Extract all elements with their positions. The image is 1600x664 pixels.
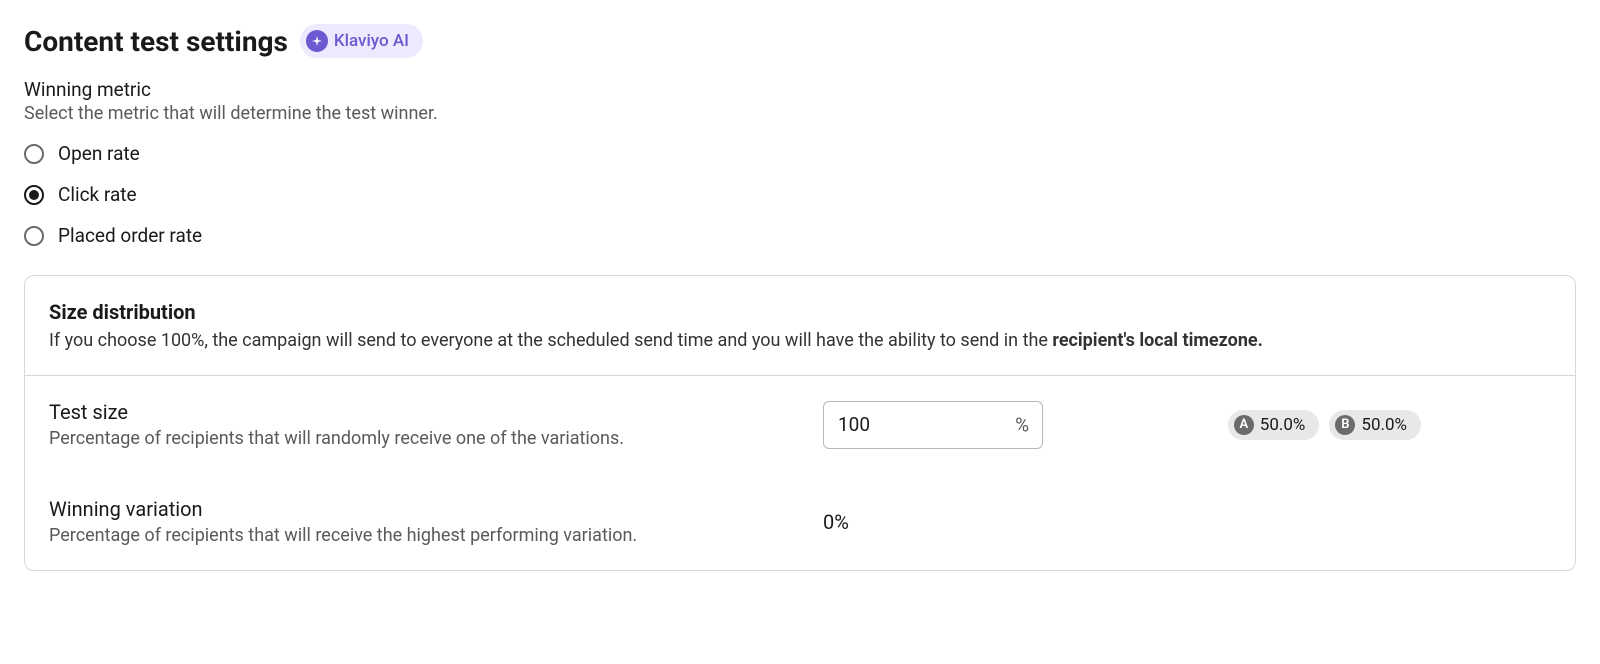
radio-label: Placed order rate [58,224,202,247]
winning-variation-title: Winning variation [49,497,799,521]
test-size-desc: Percentage of recipients that will rando… [49,428,799,449]
winning-metric-radio-group: Open rate Click rate Placed order rate [24,142,1576,247]
size-distribution-desc: If you choose 100%, the campaign will se… [49,330,1551,351]
winning-variation-row: Winning variation Percentage of recipien… [49,497,1551,546]
radio-label: Click rate [58,183,137,206]
winning-variation-value-wrap: 0% [823,510,1043,534]
desc-bold: recipient's local timezone. [1052,330,1262,351]
size-distribution-panel: Size distribution If you choose 100%, th… [24,275,1576,571]
radio-click-rate[interactable]: Click rate [24,183,1576,206]
size-distribution-title: Size distribution [49,300,1551,324]
panel-header: Size distribution If you choose 100%, th… [25,276,1575,376]
winning-metric-section: Winning metric Select the metric that wi… [24,78,1576,247]
page-title: Content test settings [24,25,288,58]
variation-a-badge: A [1234,415,1254,435]
test-size-input[interactable] [823,401,1043,449]
desc-prefix: If you choose 100%, the campaign will se… [49,330,1052,351]
radio-icon [24,144,44,164]
test-size-row: Test size Percentage of recipients that … [49,400,1551,449]
variation-a-value: 50.0% [1260,415,1306,435]
radio-icon [24,185,44,205]
winning-variation-left: Winning variation Percentage of recipien… [49,497,799,546]
winning-metric-sub: Select the metric that will determine th… [24,103,1576,124]
test-size-left: Test size Percentage of recipients that … [49,400,799,449]
test-size-title: Test size [49,400,799,424]
panel-body: Test size Percentage of recipients that … [25,376,1575,570]
ai-badge-label: Klaviyo AI [334,31,409,51]
ai-badge[interactable]: Klaviyo AI [300,24,423,58]
radio-icon [24,226,44,246]
variation-b-pill: B 50.0% [1329,410,1421,440]
winning-variation-desc: Percentage of recipients that will recei… [49,525,799,546]
variation-b-value: 50.0% [1361,415,1407,435]
winning-variation-value: 0% [823,510,1043,534]
test-size-pills: A 50.0% B 50.0% [1067,410,1551,440]
radio-placed-order-rate[interactable]: Placed order rate [24,224,1576,247]
percent-suffix: % [1015,413,1029,436]
test-size-input-wrap: % [823,401,1043,449]
sparkle-icon [306,30,328,52]
winning-metric-label: Winning metric [24,78,1576,101]
radio-open-rate[interactable]: Open rate [24,142,1576,165]
header-row: Content test settings Klaviyo AI [24,24,1576,58]
variation-b-badge: B [1335,415,1355,435]
variation-a-pill: A 50.0% [1228,410,1320,440]
radio-label: Open rate [58,142,140,165]
